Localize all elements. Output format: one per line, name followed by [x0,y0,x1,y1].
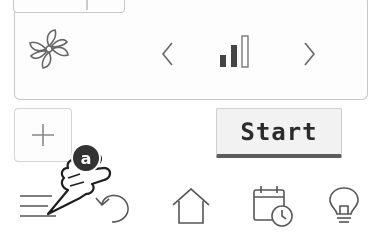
pointing-hand-icon: a [46,143,112,216]
tab-divider [86,0,88,10]
gesture-badge-letter: a [81,149,92,168]
level-bar-2 [231,45,237,67]
start-label: Start [240,117,318,146]
timer-icon[interactable] [250,184,294,228]
start-button[interactable]: Start [216,108,342,158]
home-icon[interactable] [170,186,212,226]
fan-icon[interactable] [27,27,71,71]
level-bar-3 [241,35,249,68]
chevron-left-icon[interactable] [160,39,176,69]
level-bar-1 [220,55,226,67]
lightbulb-icon[interactable] [328,186,360,226]
panel-tab[interactable] [13,0,125,13]
fan-control-panel [13,0,368,100]
chevron-right-icon[interactable] [301,39,317,69]
fan-speed-level-icon [220,35,249,68]
